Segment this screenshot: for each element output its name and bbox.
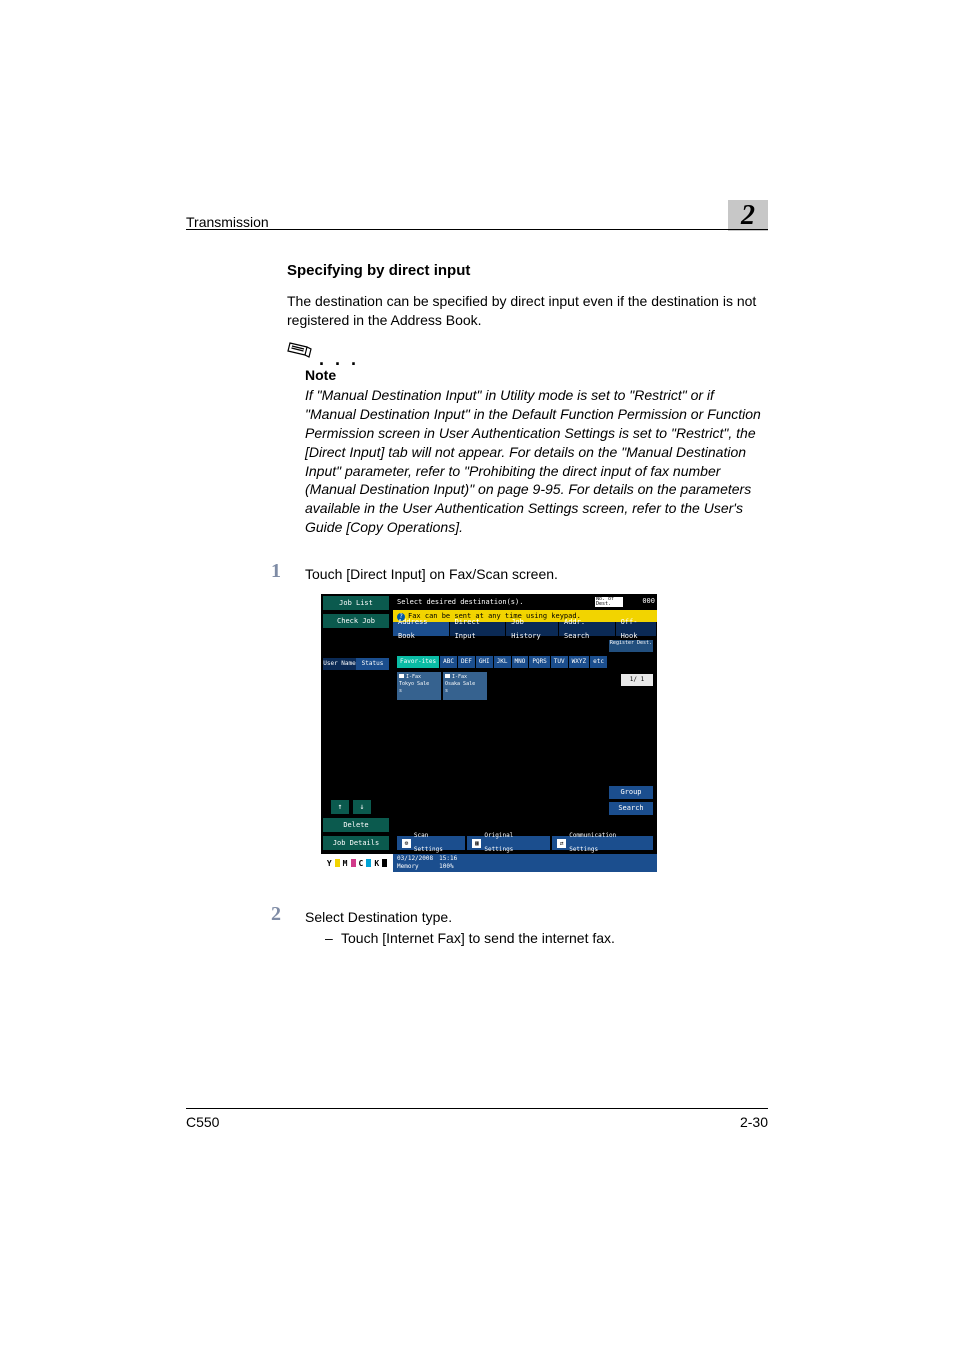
note-body-text: If "Manual Destination Input" in Utility… xyxy=(305,386,768,537)
screenshot-main-panel: Select desired destination(s). No. of De… xyxy=(393,594,657,872)
tab-job-history[interactable]: Job History xyxy=(506,622,559,636)
dest-card-tokyo[interactable]: I-FaxTokyo Sales xyxy=(397,672,441,700)
alpha-filter-row: Favor-ites ABC DEF GHI JKL MNO PQRS TUV … xyxy=(397,656,653,668)
step-text-2: Select Destination type. xyxy=(305,908,768,927)
arrow-button-group: ↑ ↓ xyxy=(331,800,371,814)
card-name: Osaka Sale xyxy=(445,681,475,687)
step2-bullet-text: Touch [Internet Fax] to send the interne… xyxy=(341,930,768,946)
scan-settings-label: Scan Settings xyxy=(414,829,461,857)
flag-y-label: Y xyxy=(327,859,332,868)
section-heading: Specifying by direct input xyxy=(287,262,470,279)
alpha-def[interactable]: DEF xyxy=(458,656,475,668)
time-value: 15:16 xyxy=(439,855,457,862)
card-type: I-Fax xyxy=(452,674,467,680)
footer-rule xyxy=(186,1108,768,1109)
delete-button[interactable]: Delete xyxy=(323,818,389,832)
envelope-icon xyxy=(445,674,450,678)
scan-settings-icon: ⚙ xyxy=(402,839,411,848)
alpha-wxyz[interactable]: WXYZ xyxy=(569,656,589,668)
card-name: Tokyo Sale xyxy=(399,681,429,687)
body-paragraph-intro: The destination can be specified by dire… xyxy=(287,292,768,330)
dest-count-label: No. of Dest. xyxy=(595,597,623,607)
alpha-tuv[interactable]: TUV xyxy=(551,656,568,668)
flag-y-icon xyxy=(335,859,340,867)
original-settings-button[interactable]: ▦Original Settings xyxy=(467,836,550,850)
tab-row: Address Book Direct Input Job History Ad… xyxy=(393,622,657,636)
tab-off-hook[interactable]: Off-Hook xyxy=(616,622,657,636)
search-button[interactable]: Search xyxy=(609,802,653,815)
card-type: I-Fax xyxy=(406,674,421,680)
footer-page-number: 2-30 xyxy=(740,1114,768,1130)
flag-k-label: K xyxy=(374,859,379,868)
status-segment-row: User Name Status xyxy=(323,658,389,670)
arrow-down-button[interactable]: ↓ xyxy=(353,800,371,814)
original-settings-icon: ▦ xyxy=(472,839,481,848)
header-rule xyxy=(186,229,768,230)
screenshot-left-panel: Job List Check Job User Name Status ↑ ↓ … xyxy=(321,594,393,872)
segment-user-name[interactable]: User Name xyxy=(323,658,356,670)
flag-m-icon xyxy=(351,859,356,867)
tab-address-book[interactable]: Address Book xyxy=(393,622,450,636)
alpha-pqrs[interactable]: PQRS xyxy=(529,656,549,668)
memory-label: Memory xyxy=(397,863,419,870)
device-screenshot: Job List Check Job User Name Status ↑ ↓ … xyxy=(321,594,657,872)
step-text-1: Touch [Direct Input] on Fax/Scan screen. xyxy=(305,565,768,584)
date-value: 03/12/2008 xyxy=(397,855,433,862)
job-list-button[interactable]: Job List xyxy=(323,596,389,610)
card-suffix: s xyxy=(445,688,448,694)
original-settings-label: Original Settings xyxy=(484,829,545,857)
alpha-favorites[interactable]: Favor-ites xyxy=(397,656,439,668)
tab-addr-search[interactable]: Addr. Search xyxy=(559,622,616,636)
memory-value: 100% xyxy=(439,863,453,870)
dest-card-osaka[interactable]: I-FaxOsaka Sales xyxy=(443,672,487,700)
step2-bullet-dash: – xyxy=(325,930,333,946)
step-number-1: 1 xyxy=(271,560,281,583)
flag-c-label: C xyxy=(359,859,364,868)
arrow-up-button[interactable]: ↑ xyxy=(331,800,349,814)
date-bar: 03/12/2008 Memory 15:16 100% xyxy=(393,854,657,872)
alpha-ghi[interactable]: GHI xyxy=(476,656,493,668)
comm-settings-button[interactable]: ⇄Communication Settings xyxy=(552,836,653,850)
tab-direct-input[interactable]: Direct Input xyxy=(450,622,507,636)
check-job-button[interactable]: Check Job xyxy=(323,614,389,628)
note-heading: Note xyxy=(305,367,336,383)
alpha-abc[interactable]: ABC xyxy=(440,656,457,668)
flag-m-label: M xyxy=(343,859,348,868)
segment-status[interactable]: Status xyxy=(356,658,389,670)
toner-flags: Y M C K xyxy=(321,854,393,872)
footer-model: C550 xyxy=(186,1114,219,1130)
step-number-2: 2 xyxy=(271,903,281,926)
card-suffix: s xyxy=(399,688,402,694)
alpha-jkl[interactable]: JKL xyxy=(494,656,511,668)
chapter-number-badge: 2 xyxy=(728,200,768,231)
comm-settings-icon: ⇄ xyxy=(557,839,566,848)
flag-k-icon xyxy=(382,859,387,867)
alpha-etc[interactable]: etc xyxy=(590,656,607,668)
comm-settings-label: Communication Settings xyxy=(569,829,648,857)
page-indicator: 1/ 1 xyxy=(621,674,653,686)
envelope-icon xyxy=(399,674,404,678)
job-details-button[interactable]: Job Details xyxy=(323,836,389,850)
destination-cards: I-FaxTokyo Sales I-FaxOsaka Sales xyxy=(397,672,487,700)
note-icon xyxy=(287,341,313,366)
running-header-title: Transmission xyxy=(186,214,269,230)
register-dest-button[interactable]: Register Dest. xyxy=(609,640,653,652)
top-message: Select desired destination(s). xyxy=(397,598,523,606)
group-button[interactable]: Group xyxy=(609,786,653,799)
bottom-button-row: ⚙Scan Settings ▦Original Settings ⇄Commu… xyxy=(397,836,653,850)
dest-count-value: 000 xyxy=(629,597,655,607)
flag-c-icon xyxy=(366,859,371,867)
scan-settings-button[interactable]: ⚙Scan Settings xyxy=(397,836,465,850)
alpha-mno[interactable]: MNO xyxy=(512,656,529,668)
